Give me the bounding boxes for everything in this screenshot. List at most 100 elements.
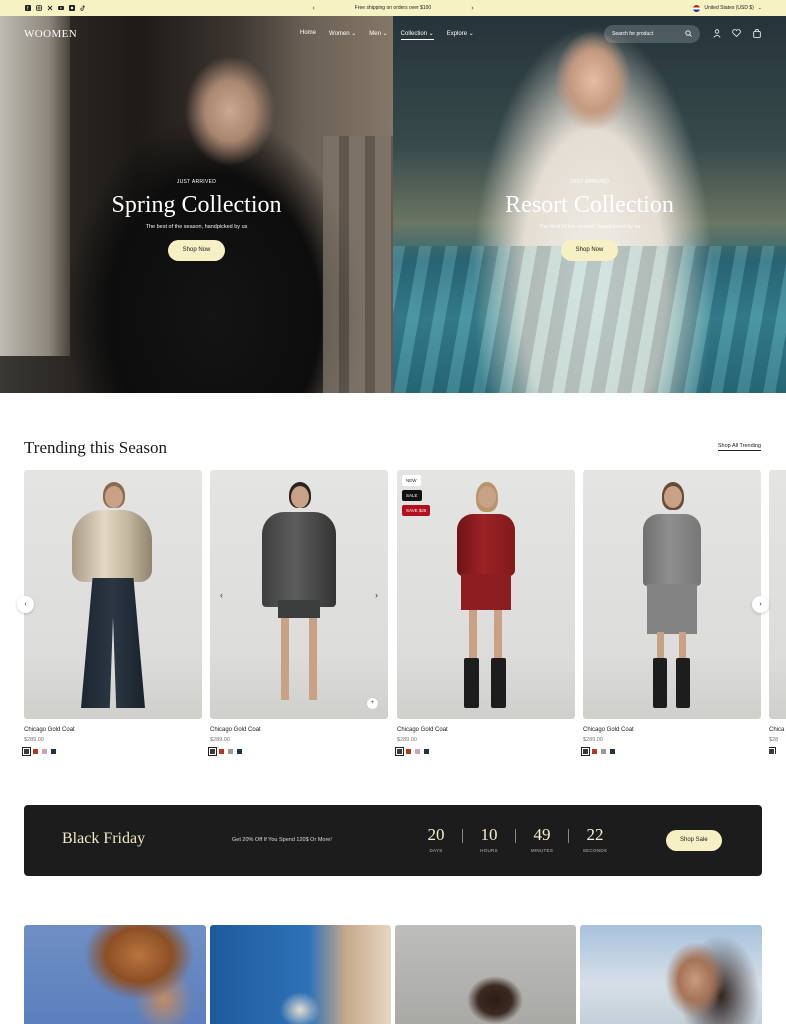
product-price: $289.00 — [210, 737, 230, 743]
search-placeholder: Search for product — [612, 31, 654, 37]
product-card[interactable]: Chicago Gold Coat $289.00 — [22, 470, 202, 756]
color-swatches — [22, 747, 202, 756]
product-price: $289.00 — [583, 737, 603, 743]
country-label: United States (USD $) — [704, 5, 754, 11]
image-prev-icon[interactable]: ‹ — [220, 590, 223, 600]
sale-badge: SALE — [402, 490, 422, 501]
announcement-bar: f ‹ Free shipping on orders over $100 › … — [0, 0, 786, 16]
shop-now-button[interactable]: Shop Now — [167, 240, 226, 261]
swatch[interactable] — [237, 749, 242, 754]
swatch[interactable] — [208, 747, 217, 756]
promo-banner: Black Friday Get 20% Off If You Spend 12… — [24, 805, 762, 876]
site-header: WOOMEN Home Women ⌄ Men ⌄ Collection ⌄ E… — [0, 16, 786, 52]
countdown-timer: 20 DAYS 10 HOURS 49 MINUTES 22 SECONDS — [414, 825, 617, 853]
swatch[interactable] — [22, 747, 31, 756]
product-image[interactable] — [583, 470, 761, 719]
countdown-separator — [462, 829, 463, 843]
swatch[interactable] — [424, 749, 429, 754]
hero-pool — [393, 246, 786, 393]
search-input[interactable]: Search for product — [604, 25, 700, 43]
site-logo[interactable]: WOOMEN — [24, 28, 77, 40]
hero-balustrade — [323, 136, 393, 393]
nav-explore[interactable]: Explore ⌄ — [447, 30, 474, 40]
swatch[interactable] — [769, 747, 776, 754]
product-card[interactable]: Chicago Gold Coat $289.00 — [581, 470, 761, 756]
us-flag-icon — [693, 4, 701, 12]
swatch[interactable] — [592, 749, 597, 754]
product-image[interactable] — [769, 470, 786, 719]
shop-all-trending-link[interactable]: Shop All Trending — [717, 443, 761, 451]
countdown-label: MINUTES — [530, 848, 554, 853]
main-nav: Home Women ⌄ Men ⌄ Collection ⌄ Explore … — [300, 30, 474, 40]
product-name[interactable]: Chicago Gold Coat — [210, 727, 388, 733]
carousel-prev-button[interactable]: ‹ — [17, 596, 34, 613]
gallery-image[interactable] — [24, 925, 206, 1024]
swatch[interactable] — [406, 749, 411, 754]
swatch[interactable] — [228, 749, 233, 754]
wishlist-icon[interactable] — [732, 28, 741, 38]
nav-women[interactable]: Women ⌄ — [329, 30, 356, 40]
product-card[interactable]: Chica $28 — [769, 470, 786, 754]
image-next-icon[interactable]: › — [375, 590, 378, 600]
hero-title: Resort Collection — [505, 192, 674, 218]
swatch[interactable] — [42, 749, 47, 754]
product-card[interactable]: NEW SALE SAVE $25 Chicago Gold Coat $289… — [395, 470, 575, 756]
account-icon[interactable] — [712, 28, 721, 38]
product-image[interactable] — [24, 470, 202, 719]
announcement-prev-button[interactable]: ‹ — [312, 5, 314, 12]
hero-banner: JUST ARRIVED Spring Collection The best … — [0, 16, 786, 393]
product-name[interactable]: Chicago Gold Coat — [583, 727, 761, 733]
color-swatches — [581, 747, 761, 756]
swatch[interactable] — [601, 749, 606, 754]
hero-subtitle: The best of the season, handpicked by us — [538, 224, 641, 230]
color-swatches — [769, 747, 786, 754]
promo-description: Get 20% Off If You Spend 120$ Or More! — [232, 837, 332, 843]
countdown-separator — [515, 829, 516, 843]
country-selector[interactable]: United States (USD $) ⌄ — [693, 0, 762, 16]
gallery-image[interactable] — [580, 925, 762, 1024]
swatch[interactable] — [610, 749, 615, 754]
countdown-value: 10 — [480, 825, 498, 844]
product-price: $28 — [769, 737, 779, 743]
gallery-image[interactable] — [210, 925, 391, 1024]
countdown-days: 20 DAYS — [414, 825, 458, 853]
color-swatches — [208, 747, 388, 756]
trending-title: Trending this Season — [24, 438, 167, 457]
carousel-next-button[interactable]: › — [752, 596, 769, 613]
swatch[interactable] — [219, 749, 224, 754]
swatch[interactable] — [51, 749, 56, 754]
gallery-image[interactable] — [395, 925, 576, 1024]
countdown-value: 49 — [533, 825, 551, 844]
hero-kicker: JUST ARRIVED — [569, 179, 610, 185]
swatch[interactable] — [33, 749, 38, 754]
shop-sale-button[interactable]: Shop Sale — [666, 830, 722, 851]
promo-title: Black Friday — [62, 830, 146, 847]
countdown-separator — [568, 829, 569, 843]
hero-image-spring: JUST ARRIVED Spring Collection The best … — [0, 16, 393, 393]
nav-home[interactable]: Home — [300, 30, 316, 40]
cart-icon[interactable] — [752, 28, 761, 38]
shop-now-button[interactable]: Shop Now — [560, 240, 619, 261]
hero-kicker: JUST ARRIVED — [176, 179, 217, 185]
nav-men[interactable]: Men ⌄ — [369, 30, 387, 40]
hero-caption-spring: JUST ARRIVED Spring Collection The best … — [0, 179, 393, 261]
product-name[interactable]: Chicago Gold Coat — [24, 727, 202, 733]
quick-add-icon[interactable]: + — [366, 697, 379, 710]
announcement-next-button[interactable]: › — [471, 5, 473, 12]
product-image[interactable]: NEW SALE SAVE $25 — [397, 470, 575, 719]
countdown-label: SECONDS — [582, 848, 608, 853]
product-name[interactable]: Chica — [769, 727, 786, 733]
product-name[interactable]: Chicago Gold Coat — [397, 727, 575, 733]
header-icons — [712, 28, 761, 38]
product-card[interactable]: ‹ › + Chicago Gold Coat $289.00 — [208, 470, 388, 756]
swatch[interactable] — [581, 747, 590, 756]
swatch[interactable] — [415, 749, 420, 754]
nav-collection[interactable]: Collection ⌄ — [400, 30, 434, 40]
product-image[interactable]: ‹ › + — [210, 470, 388, 719]
announcement: ‹ Free shipping on orders over $100 › — [0, 0, 786, 16]
countdown-seconds: 22 SECONDS — [573, 825, 617, 853]
swatch[interactable] — [395, 747, 404, 756]
countdown-label: DAYS — [429, 848, 443, 853]
new-badge: NEW — [402, 475, 421, 486]
search-icon[interactable] — [685, 25, 692, 45]
